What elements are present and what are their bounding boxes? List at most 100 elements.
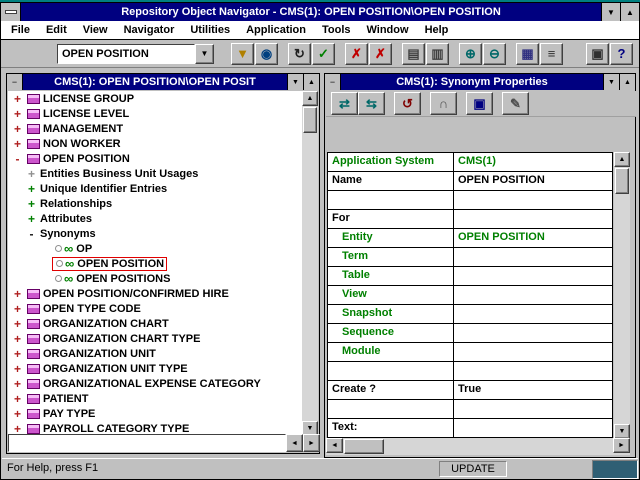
scroll-track[interactable] — [343, 438, 613, 455]
scroll-right-button[interactable]: ► — [613, 438, 630, 453]
minimize-button[interactable]: ▼ — [601, 3, 620, 21]
tree-item[interactable]: +ORGANIZATION UNIT — [8, 346, 304, 361]
menu-file[interactable]: File — [3, 24, 38, 36]
property-value[interactable] — [454, 362, 612, 380]
property-value[interactable] — [454, 191, 612, 209]
tree-vertical-scrollbar[interactable]: ▲ ▼ — [302, 91, 318, 436]
copy-properties-button[interactable]: ⇄ — [331, 92, 358, 115]
tree-node[interactable]: LICENSE GROUP — [24, 93, 136, 105]
expand-icon[interactable]: + — [11, 362, 24, 376]
tree-item[interactable]: +LICENSE GROUP — [8, 91, 304, 106]
tree-node-selected[interactable]: ∞OPEN POSITION — [52, 257, 167, 271]
property-value[interactable] — [454, 267, 612, 285]
tree-item[interactable]: +ORGANIZATION CHART — [8, 316, 304, 331]
property-value[interactable]: CMS(1) — [454, 153, 612, 171]
tree-item[interactable]: +OPEN POSITION/CONFIRMED HIRE — [8, 286, 304, 301]
tree-node[interactable]: ORGANIZATIONAL EXPENSE CATEGORY — [24, 378, 263, 390]
copy-button[interactable]: ▤ — [402, 43, 425, 65]
tree-node[interactable]: Unique Identifier Entries — [38, 183, 169, 195]
tree-node[interactable]: ORGANIZATION CHART TYPE — [24, 333, 202, 345]
grid-scroll-thumb[interactable] — [615, 168, 629, 194]
expand-icon[interactable]: + — [25, 167, 38, 181]
tree-node[interactable]: MANAGEMENT — [24, 123, 125, 135]
expand-icon[interactable]: + — [11, 347, 24, 361]
tree-item[interactable]: +Unique Identifier Entries — [8, 181, 304, 196]
requery-button[interactable]: ↻ — [288, 43, 311, 65]
expand-icon[interactable]: + — [25, 182, 38, 196]
tree-item[interactable]: +ORGANIZATIONAL EXPENSE CATEGORY — [8, 376, 304, 391]
expand-icon[interactable]: + — [11, 137, 24, 151]
scroll-right-button[interactable]: ► — [303, 434, 320, 452]
revert-button[interactable]: ↺ — [394, 92, 421, 115]
properties-window-menu-button[interactable]: − — [325, 74, 341, 90]
find-button[interactable]: ◉ — [255, 43, 278, 65]
menu-help[interactable]: Help — [417, 24, 457, 36]
menu-tools[interactable]: Tools — [314, 24, 359, 36]
filter-button[interactable]: ▼ — [231, 43, 254, 65]
properties-button[interactable]: ▦ — [516, 43, 539, 65]
tree-node[interactable]: PAYROLL CATEGORY TYPE — [24, 423, 191, 435]
expand-icon[interactable]: + — [11, 317, 24, 331]
tree-node[interactable]: OPEN POSITION — [24, 153, 132, 165]
menu-edit[interactable]: Edit — [38, 24, 75, 36]
text-edit-button[interactable]: ≡ — [540, 43, 563, 65]
tree-node[interactable]: Entities Business Unit Usages — [38, 168, 200, 180]
grid-hscroll-thumb[interactable] — [344, 439, 384, 454]
tree-node[interactable]: ORGANIZATION UNIT — [24, 348, 158, 360]
tree-item[interactable]: +PATIENT — [8, 391, 304, 406]
property-value[interactable] — [454, 324, 612, 342]
pin-button[interactable]: ✎ — [502, 92, 529, 115]
tree-window-maximize-button[interactable]: ▲ — [303, 74, 319, 90]
tree-node[interactable]: PATIENT — [24, 393, 90, 405]
cut-button[interactable]: ✗ — [345, 43, 368, 65]
tree-node[interactable]: ORGANIZATION CHART — [24, 318, 171, 330]
tree-item[interactable]: ∞OP — [8, 241, 304, 256]
tree-item[interactable]: -Synonyms — [8, 226, 304, 241]
tree-scroll-thumb[interactable] — [303, 107, 317, 133]
tree-item[interactable]: +NON WORKER — [8, 136, 304, 151]
property-value[interactable] — [454, 210, 612, 228]
property-value[interactable] — [454, 400, 612, 418]
tree-node[interactable]: Relationships — [38, 198, 114, 210]
scroll-up-button[interactable]: ▲ — [614, 152, 630, 167]
expand-icon[interactable]: + — [11, 92, 24, 106]
tree-item[interactable]: +ORGANIZATION CHART TYPE — [8, 331, 304, 346]
expand-icon[interactable]: + — [11, 332, 24, 346]
scroll-left-button[interactable]: ◄ — [286, 434, 303, 452]
tree-node[interactable]: Synonyms — [38, 228, 98, 240]
tree-node[interactable]: LICENSE LEVEL — [24, 108, 131, 120]
expand-icon[interactable]: + — [11, 302, 24, 316]
properties-window-minimize-button[interactable]: ▼ — [603, 74, 619, 90]
tree-item[interactable]: ∞OPEN POSITIONS — [8, 271, 304, 286]
maximize-button[interactable]: ▲ — [620, 3, 639, 21]
scroll-down-button[interactable]: ▼ — [614, 424, 630, 439]
tree-node[interactable]: OPEN TYPE CODE — [24, 303, 143, 315]
menu-utilities[interactable]: Utilities — [182, 24, 238, 36]
grid-vertical-scrollbar[interactable]: ▲ ▼ — [614, 152, 630, 439]
paste-button[interactable]: ▥ — [426, 43, 449, 65]
system-menu-button[interactable] — [1, 3, 21, 21]
property-value[interactable] — [454, 305, 612, 323]
tree-item[interactable]: +LICENSE LEVEL — [8, 106, 304, 121]
property-value[interactable] — [454, 286, 612, 304]
property-value[interactable]: OPEN POSITION — [454, 172, 612, 190]
expand-icon[interactable]: + — [11, 392, 24, 406]
insert-button[interactable]: ∩ — [430, 92, 457, 115]
tree-item[interactable]: +Relationships — [8, 196, 304, 211]
tree-node[interactable]: ∞OPEN POSITIONS — [52, 273, 172, 285]
window-button[interactable]: ▣ — [586, 43, 609, 65]
menu-window[interactable]: Window — [359, 24, 417, 36]
tree-item[interactable]: +Attributes — [8, 211, 304, 226]
tree-item[interactable]: +OPEN TYPE CODE — [8, 301, 304, 316]
expand-icon[interactable]: + — [25, 212, 38, 226]
tree-node[interactable]: PAY TYPE — [24, 408, 97, 420]
property-value[interactable] — [454, 419, 612, 437]
tree-item[interactable]: +PAY TYPE — [8, 406, 304, 421]
combo-dropdown-button[interactable]: ▼ — [195, 44, 214, 64]
tree-item[interactable]: ∞OPEN POSITION — [8, 256, 304, 271]
tree-item[interactable]: +ORGANIZATION UNIT TYPE — [8, 361, 304, 376]
tree-item[interactable]: -OPEN POSITION — [8, 151, 304, 166]
mark-button[interactable]: ✓ — [312, 43, 335, 65]
property-value[interactable]: OPEN POSITION — [454, 229, 612, 247]
expand-icon[interactable]: + — [11, 107, 24, 121]
